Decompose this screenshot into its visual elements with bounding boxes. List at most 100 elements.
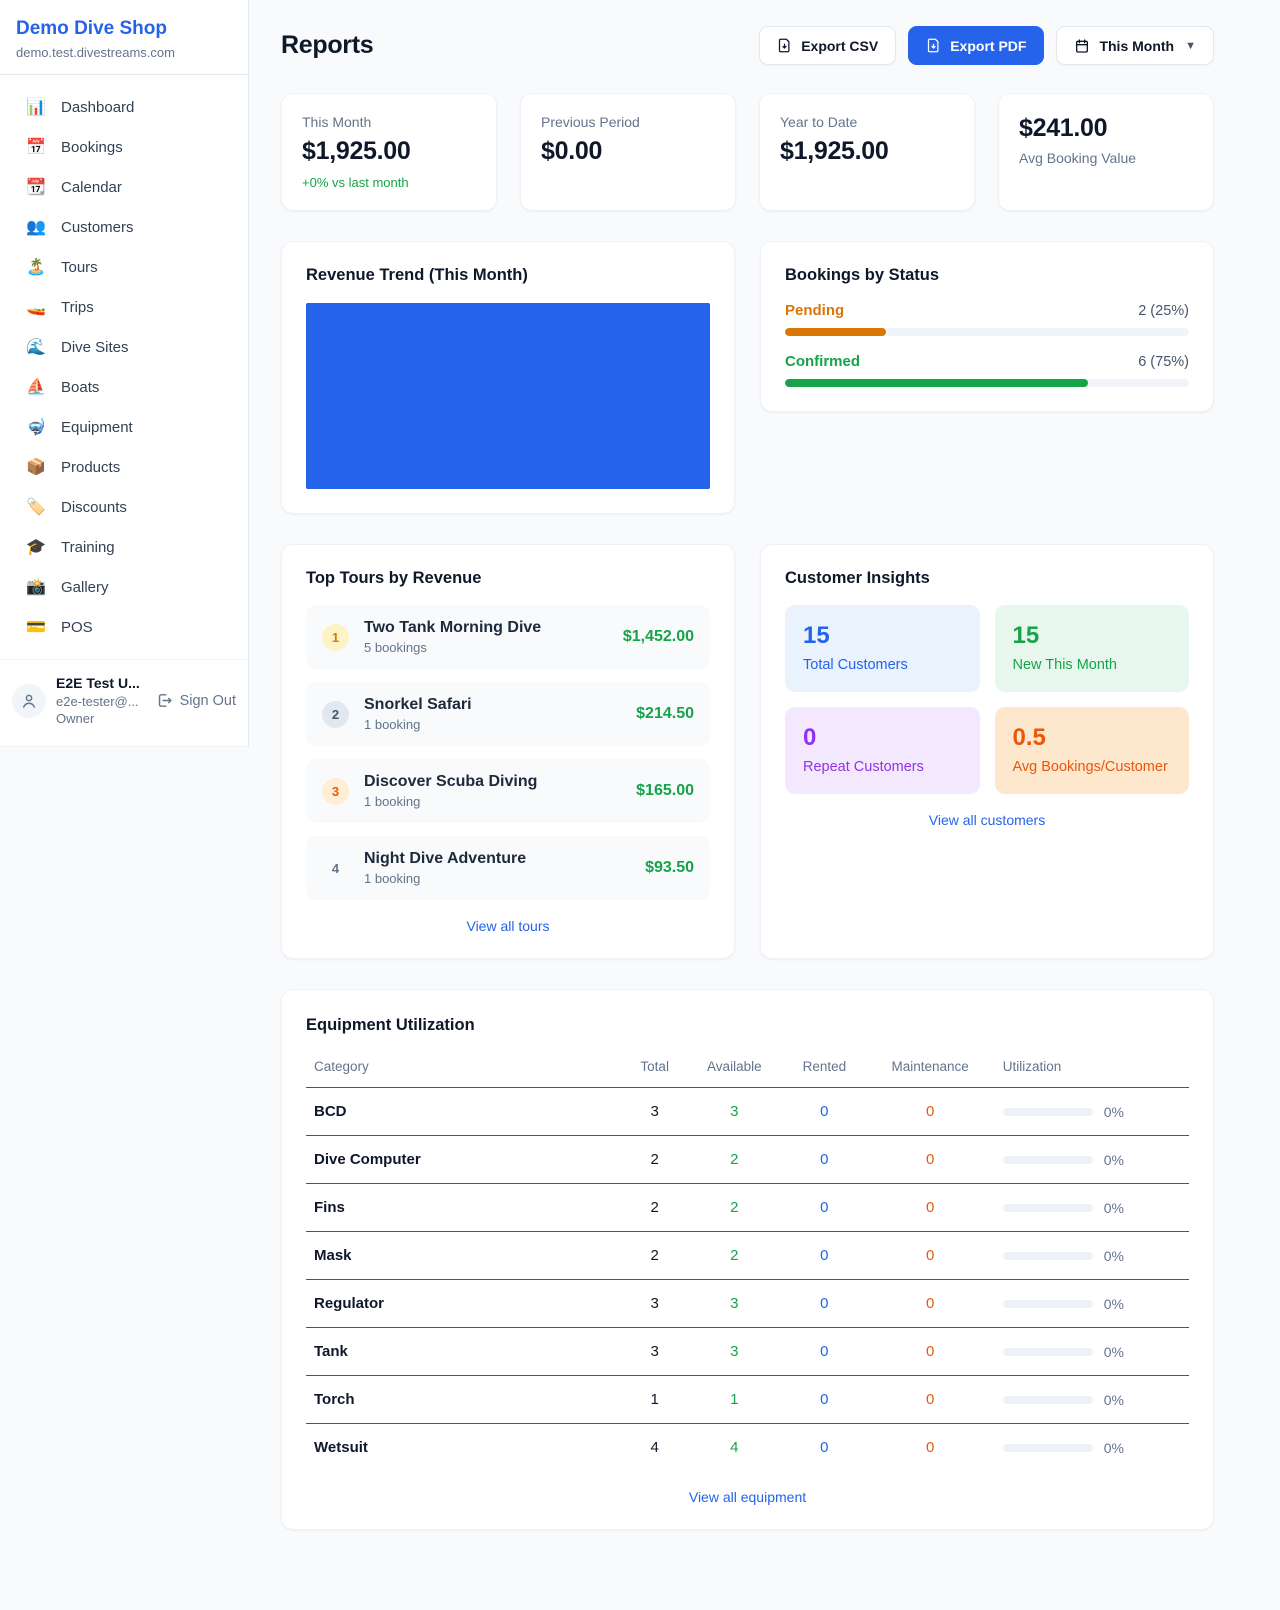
period-dropdown[interactable]: This Month ▼ <box>1056 26 1214 65</box>
cell-rented: 0 <box>783 1088 865 1136</box>
shop-name: Demo Dive Shop <box>16 18 232 40</box>
app-root: Demo Dive Shop demo.test.divestreams.com… <box>0 0 1280 1570</box>
sidebar-item-label: Discounts <box>61 499 127 516</box>
status-count: 2 (25%) <box>1138 303 1189 319</box>
dive-sites-icon: 🌊 <box>26 337 46 357</box>
sign-out-button[interactable]: Sign Out <box>156 692 236 709</box>
sidebar-item-bookings[interactable]: 📅Bookings <box>0 127 248 167</box>
status-progress-track <box>785 379 1189 387</box>
insight-label: Repeat Customers <box>803 759 962 775</box>
revenue-trend-title: Revenue Trend (This Month) <box>306 266 710 285</box>
cell-available: 2 <box>686 1232 784 1280</box>
tour-row[interactable]: 4Night Dive Adventure1 booking$93.50 <box>306 836 710 900</box>
cell-total: 2 <box>624 1232 686 1280</box>
export-csv-button[interactable]: Export CSV <box>759 26 896 65</box>
dashboard-icon: 📊 <box>26 97 46 117</box>
tour-row[interactable]: 1Two Tank Morning Dive5 bookings$1,452.0… <box>306 605 710 669</box>
column-header: Category <box>306 1049 624 1088</box>
insight-value: 0 <box>803 724 962 752</box>
sidebar-item-tours[interactable]: 🏝️Tours <box>0 247 248 287</box>
status-progress-fill <box>785 379 1088 387</box>
utilization-bar <box>1003 1348 1093 1356</box>
utilization-bar <box>1003 1300 1093 1308</box>
bookings-icon: 📅 <box>26 137 46 157</box>
sidebar-item-label: Gallery <box>61 579 109 596</box>
sidebar-item-label: Dive Sites <box>61 339 129 356</box>
revenue-trend-bar <box>306 303 710 489</box>
cell-available: 3 <box>686 1280 784 1328</box>
sidebar-item-label: Trips <box>61 299 94 316</box>
sidebar-item-customers[interactable]: 👥Customers <box>0 207 248 247</box>
sidebar-item-calendar[interactable]: 📆Calendar <box>0 167 248 207</box>
cell-available: 2 <box>686 1184 784 1232</box>
sidebar-item-dashboard[interactable]: 📊Dashboard <box>0 87 248 127</box>
cell-available: 3 <box>686 1088 784 1136</box>
sidebar-item-products[interactable]: 📦Products <box>0 447 248 487</box>
tour-info: Discover Scuba Diving1 booking <box>364 773 537 809</box>
sign-out-label: Sign Out <box>180 693 236 709</box>
cell-category: BCD <box>306 1088 624 1136</box>
sidebar-item-trips[interactable]: 🚤Trips <box>0 287 248 327</box>
status-head: Confirmed6 (75%) <box>785 353 1189 370</box>
rank-badge: 3 <box>322 778 349 805</box>
utilization-wrap: 0% <box>1003 1200 1181 1216</box>
utilization-percent: 0% <box>1104 1296 1124 1312</box>
cell-utilization: 0% <box>995 1280 1189 1328</box>
cell-category: Torch <box>306 1376 624 1424</box>
stat-label: Avg Booking Value <box>1019 150 1193 166</box>
utilization-bar <box>1003 1444 1093 1452</box>
view-all-customers-link[interactable]: View all customers <box>785 812 1189 828</box>
insight-label: New This Month <box>1013 657 1172 673</box>
insight-tile: 0.5Avg Bookings/Customer <box>995 707 1190 794</box>
rank-badge: 4 <box>322 855 349 882</box>
status-row: Pending2 (25%) <box>785 302 1189 336</box>
column-header: Utilization <box>995 1049 1189 1088</box>
cell-utilization: 0% <box>995 1088 1189 1136</box>
sidebar-item-gallery[interactable]: 📸Gallery <box>0 567 248 607</box>
sidebar-item-training[interactable]: 🎓Training <box>0 527 248 567</box>
cell-total: 3 <box>624 1328 686 1376</box>
sidebar-item-discounts[interactable]: 🏷️ Discounts <box>0 487 248 527</box>
utilization-wrap: 0% <box>1003 1344 1181 1360</box>
utilization-bar <box>1003 1108 1093 1116</box>
pos-icon: 💳 <box>26 617 46 637</box>
cell-utilization: 0% <box>995 1424 1189 1472</box>
status-count: 6 (75%) <box>1138 354 1189 370</box>
tour-row[interactable]: 2Snorkel Safari1 booking$214.50 <box>306 682 710 746</box>
cell-rented: 0 <box>783 1424 865 1472</box>
insight-label: Total Customers <box>803 657 962 673</box>
discounts-icon: 🏷️ <box>26 497 46 517</box>
cell-utilization: 0% <box>995 1136 1189 1184</box>
tour-row[interactable]: 3Discover Scuba Diving1 booking$165.00 <box>306 759 710 823</box>
user-info: E2E Test U... e2e-tester@... Owner <box>56 674 140 728</box>
tour-bookings: 5 bookings <box>364 640 541 655</box>
table-row: Torch11000% <box>306 1376 1189 1424</box>
export-pdf-button[interactable]: Export PDF <box>908 26 1044 65</box>
top-tours-title: Top Tours by Revenue <box>306 569 710 588</box>
cell-available: 1 <box>686 1376 784 1424</box>
sidebar-user-section: E2E Test U... e2e-tester@... Owner Sign … <box>0 659 248 746</box>
view-all-equipment-link[interactable]: View all equipment <box>306 1489 1189 1505</box>
view-all-tours-link[interactable]: View all tours <box>306 918 710 934</box>
sidebar-nav: 📊Dashboard📅Bookings📆Calendar👥Customers🏝️… <box>0 75 248 659</box>
sidebar-item-label: Boats <box>61 379 99 396</box>
column-header: Available <box>686 1049 784 1088</box>
export-pdf-label: Export PDF <box>950 38 1026 54</box>
sidebar-item-dive-sites[interactable]: 🌊 Dive Sites <box>0 327 248 367</box>
export-csv-label: Export CSV <box>801 38 878 54</box>
sidebar-item-pos[interactable]: 💳POS <box>0 607 248 647</box>
rank-badge: 1 <box>322 624 349 651</box>
cell-available: 4 <box>686 1424 784 1472</box>
utilization-percent: 0% <box>1104 1344 1124 1360</box>
table-row: Regulator33000% <box>306 1280 1189 1328</box>
column-header: Maintenance <box>866 1049 995 1088</box>
revenue-trend-card: Revenue Trend (This Month) <box>281 241 735 514</box>
cell-rented: 0 <box>783 1232 865 1280</box>
sidebar-item-equipment[interactable]: 🤿Equipment <box>0 407 248 447</box>
boats-icon: ⛵ <box>26 377 46 397</box>
stat-value: $0.00 <box>541 137 715 166</box>
utilization-bar <box>1003 1204 1093 1212</box>
rank-badge: 2 <box>322 701 349 728</box>
status-progress-track <box>785 328 1189 336</box>
sidebar-item-boats[interactable]: ⛵ Boats <box>0 367 248 407</box>
